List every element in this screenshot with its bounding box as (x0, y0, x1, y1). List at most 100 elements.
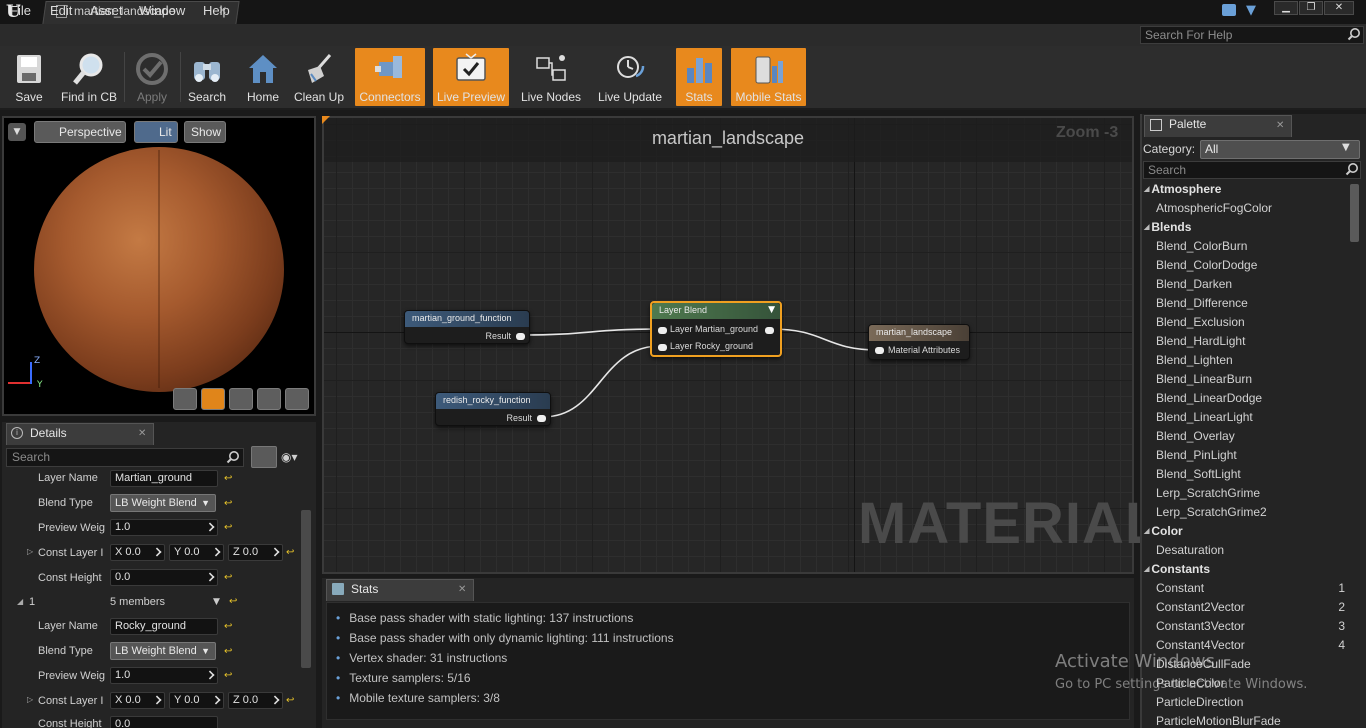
blend-type-combo[interactable]: LB Weight Blend ▼ (110, 642, 216, 660)
reset-arrow-icon[interactable]: ↩ (224, 499, 234, 509)
home-button[interactable]: Home (240, 48, 286, 106)
find-in-cb-button[interactable]: Find in CB (58, 48, 120, 106)
reset-arrow-icon[interactable]: ↩ (286, 696, 296, 706)
stats-button[interactable]: Stats (676, 48, 722, 106)
details-scrollbar[interactable] (301, 510, 311, 668)
collapse-arrow-icon[interactable]: ◢ (17, 597, 23, 606)
viewport-options-dropdown[interactable]: ▼ (8, 123, 26, 141)
const-layer-z-field[interactable]: Z 0.0 (228, 692, 283, 709)
palette-item[interactable]: Constant 1 (1144, 581, 1348, 600)
palette-scrollbar[interactable] (1350, 184, 1359, 242)
reset-arrow-icon[interactable]: ↩ (229, 597, 239, 607)
search-icon[interactable] (1345, 162, 1359, 176)
reset-arrow-icon[interactable]: ↩ (224, 671, 234, 681)
reset-arrow-icon[interactable]: ↩ (224, 474, 234, 484)
const-layer-y-field[interactable]: Y 0.0 (169, 544, 224, 561)
palette-item[interactable]: ParticleDirection (1144, 695, 1348, 714)
const-layer-x-field[interactable]: X 0.0 (110, 544, 165, 561)
palette-item[interactable]: Lerp_ScratchGrime (1144, 486, 1348, 505)
blend-type-combo[interactable]: LB Weight Blend ▼ (110, 494, 216, 512)
stats-tab[interactable] (326, 579, 474, 601)
preview-sphere-button[interactable] (201, 388, 225, 410)
palette-item[interactable]: AtmosphericFogColor (1144, 201, 1348, 220)
mobile-stats-button[interactable]: Mobile Stats (731, 48, 806, 106)
search-icon[interactable] (226, 450, 240, 464)
maximize-button[interactable]: ❐ (1299, 1, 1323, 15)
palette-item[interactable]: Blend_LinearBurn (1144, 372, 1348, 391)
reset-arrow-icon[interactable]: ↩ (224, 647, 234, 657)
preview-cylinder-button[interactable] (173, 388, 197, 410)
live-preview-button[interactable]: Live Preview (433, 48, 509, 106)
input-pin[interactable] (875, 347, 884, 354)
menu-file[interactable]: File (10, 3, 31, 18)
palette-tab[interactable] (1144, 115, 1292, 137)
palette-item[interactable]: Blend_Lighten (1144, 353, 1348, 372)
menu-asset[interactable]: Asset (90, 3, 123, 18)
layer-name-field[interactable]: Martian_ground (110, 470, 218, 487)
live-update-button[interactable]: Live Update (594, 48, 666, 106)
collapse-arrow-icon[interactable]: ▼ (768, 305, 775, 315)
perspective-button[interactable]: Perspective (34, 121, 126, 143)
output-pin[interactable] (537, 415, 546, 422)
close-tab-icon[interactable]: ✕ (458, 584, 466, 595)
palette-category[interactable]: Blends (1144, 220, 1348, 239)
graduation-cap-icon[interactable]: ▼ (1246, 3, 1262, 18)
reset-arrow-icon[interactable]: ↩ (286, 548, 296, 558)
node-layer-blend[interactable]: Layer Blend ▼ Layer Martian_ground Layer… (650, 301, 782, 357)
expand-arrow-icon[interactable]: ▷ (27, 695, 33, 704)
clean-up-button[interactable]: Clean Up (292, 48, 346, 106)
close-window-button[interactable]: ✕ (1324, 1, 1354, 15)
reset-arrow-icon[interactable]: ↩ (224, 622, 234, 632)
expand-arrow-icon[interactable]: ▷ (27, 547, 33, 556)
menu-window[interactable]: Window (139, 3, 185, 18)
chevron-down-icon[interactable]: ▼ (213, 597, 220, 607)
input-pin[interactable] (658, 327, 667, 334)
list-view-button[interactable] (251, 446, 277, 468)
node-martian-ground-function[interactable]: martian_ground_function Result (404, 310, 530, 344)
preview-weight-field[interactable]: 1.0 (110, 519, 218, 536)
details-tab[interactable] (6, 423, 154, 445)
node-redish-rocky-function[interactable]: redish_rocky_function Result (435, 392, 551, 426)
const-layer-y-field[interactable]: Y 0.0 (169, 692, 224, 709)
node-material-output[interactable]: martian_landscape Material Attributes (868, 324, 970, 360)
category-select[interactable] (1200, 140, 1360, 159)
const-height-field[interactable]: 0.0 (110, 716, 218, 728)
palette-item[interactable]: Blend_Darken (1144, 277, 1348, 296)
reset-arrow-icon[interactable]: ↩ (224, 523, 234, 533)
menu-edit[interactable]: Edit (50, 3, 72, 18)
lit-button[interactable]: Lit (134, 121, 178, 143)
minimize-button[interactable]: ▁ (1274, 1, 1298, 15)
palette-item[interactable]: Constant2Vector 2 (1144, 600, 1348, 619)
reset-arrow-icon[interactable]: ↩ (224, 573, 234, 583)
save-button[interactable]: Save (4, 48, 54, 106)
const-layer-z-field[interactable]: Z 0.0 (228, 544, 283, 561)
palette-item[interactable]: Blend_SoftLight (1144, 467, 1348, 486)
palette-item[interactable]: Blend_ColorDodge (1144, 258, 1348, 277)
eye-visibility-icon[interactable]: ◉▾ (281, 450, 298, 464)
palette-item[interactable]: Blend_LinearDodge (1144, 391, 1348, 410)
const-layer-x-field[interactable]: X 0.0 (110, 692, 165, 709)
chat-icon[interactable] (1222, 4, 1236, 16)
preview-weight-field[interactable]: 1.0 (110, 667, 218, 684)
palette-category[interactable]: Atmosphere (1144, 182, 1348, 201)
const-height-field[interactable]: 0.0 (110, 569, 218, 586)
close-tab-icon[interactable]: ✕ (138, 428, 146, 439)
layer-name-field[interactable]: Rocky_ground (110, 618, 218, 635)
palette-item[interactable]: Blend_PinLight (1144, 448, 1348, 467)
search-icon[interactable] (1347, 27, 1361, 41)
palette-item[interactable]: Blend_HardLight (1144, 334, 1348, 353)
palette-category[interactable]: Constants (1144, 562, 1348, 581)
input-pin[interactable] (658, 344, 667, 351)
palette-item[interactable]: Blend_Exclusion (1144, 315, 1348, 334)
palette-item[interactable]: ParticleMotionBlurFade (1144, 714, 1348, 728)
output-pin[interactable] (516, 333, 525, 340)
palette-item[interactable]: Blend_Difference (1144, 296, 1348, 315)
apply-button[interactable]: Apply (128, 48, 176, 106)
menu-help[interactable]: Help (203, 3, 230, 18)
output-pin[interactable] (765, 327, 774, 334)
palette-category[interactable]: Color (1144, 524, 1348, 543)
palette-item[interactable]: Lerp_ScratchGrime2 (1144, 505, 1348, 524)
connectors-button[interactable]: Connectors (355, 48, 425, 106)
preview-cube-button[interactable] (257, 388, 281, 410)
palette-item[interactable]: Constant3Vector 3 (1144, 619, 1348, 638)
